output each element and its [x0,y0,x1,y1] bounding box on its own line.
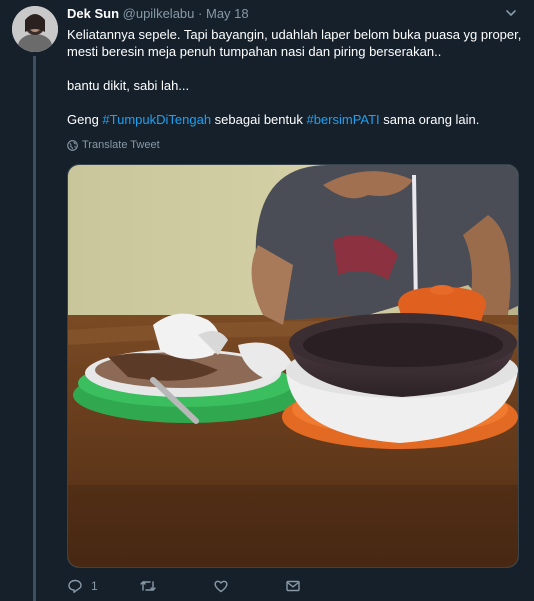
translate-tweet-link[interactable]: Translate Tweet [67,139,160,151]
retweet-button[interactable] [139,578,157,594]
tweet-text-line-3: Geng #TumpukDiTengah sebagai bentuk #ber… [67,111,522,128]
globe-icon [67,139,78,151]
tweet-actions: 1 [67,578,367,598]
direct-message-button[interactable] [285,578,301,594]
author-handle[interactable]: @upilkelabu [123,6,195,21]
chevron-down-icon[interactable] [504,6,518,20]
text-segment: sama orang lain. [379,112,480,127]
translate-tweet-label: Translate Tweet [82,139,160,151]
reply-button[interactable]: 1 [67,578,98,594]
reply-count: 1 [91,579,98,593]
thread-line [33,56,36,601]
tweet-card[interactable]: Dek Sun @upilkelabu · May 18 Keliatannya… [0,0,534,601]
tweet-date[interactable]: May 18 [206,6,249,21]
reply-icon [68,579,82,593]
hashtag-link[interactable]: #bersimPATI [306,112,379,127]
tweet-text-line-1: Keliatannya sepele. Tapi bayangin, udahl… [67,27,522,59]
photo-content [68,165,518,567]
like-icon [214,580,228,593]
tweet-photo[interactable] [67,164,519,568]
tweet-header: Dek Sun @upilkelabu · May 18 [67,6,249,22]
like-button[interactable] [213,578,229,594]
avatar[interactable] [12,6,58,52]
tweet-text-line-2: bantu dikit, sabi lah... [67,78,190,93]
envelope-icon [286,580,300,592]
text-segment: Geng [67,112,103,127]
tweet-text: Keliatannya sepele. Tapi bayangin, udahl… [67,26,522,128]
avatar-image [12,6,58,52]
text-segment: sebagai bentuk [211,112,307,127]
hashtag-link[interactable]: #TumpukDiTengah [102,112,211,127]
header-separator: · [198,6,203,21]
retweet-icon [140,581,156,591]
author-name[interactable]: Dek Sun [67,6,119,21]
